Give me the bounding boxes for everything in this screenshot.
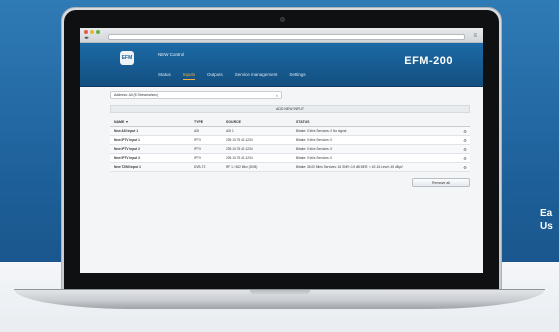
row-name[interactable]: New T2/MI Input 1 [110, 165, 194, 169]
add-new-input-label: ADD NEW INPUT [276, 107, 304, 111]
side-caption: Ea Us [540, 207, 553, 233]
row-name[interactable]: New ASI Input 1 [110, 129, 194, 133]
row-source: RF 1 / 602 Mhz (DVB) [226, 165, 258, 169]
row-name[interactable]: New IPTV Input 3 [110, 156, 194, 160]
tab-status[interactable]: Status [158, 72, 171, 80]
remove-all-button[interactable]: Remove all [412, 178, 470, 187]
close-window-button[interactable] [84, 30, 88, 34]
clear-filter-icon[interactable]: × [276, 93, 278, 98]
app-header: EFM NEW Control EFM-200 Status Inputs Ou… [80, 43, 483, 87]
row-source: 239.10.75.41:1234 [226, 147, 253, 151]
column-source-header[interactable]: SOURCE [226, 120, 296, 124]
remove-all-label: Remove all [432, 180, 450, 185]
row-name[interactable]: New IPTV Input 2 [110, 147, 194, 151]
row-status: Bitrate: 0 kb/s Services: 0 [296, 156, 333, 160]
menu-icon[interactable]: ≡ [473, 33, 477, 39]
row-settings-icon[interactable]: ⚙ [460, 147, 470, 152]
laptop-bezel: ◂▸ ≡ EFM NEW Control EFM-200 Status Inpu… [64, 10, 499, 289]
inputs-page: Address: All (5 Streams/sec) × ADD NEW I… [80, 87, 483, 187]
row-settings-icon[interactable]: ⚙ [460, 165, 470, 170]
table-row[interactable]: New IPTV Input 3 IPTV 239.10.75.41:1234 … [110, 154, 470, 163]
logo-text: EFM [121, 55, 133, 61]
app-name: NEW Control [158, 52, 185, 57]
row-status: Bitrate: 0 kb/s Services: 0 [296, 147, 333, 151]
tab-settings[interactable]: Settings [289, 72, 305, 80]
tab-service-management[interactable]: Service management [235, 72, 278, 80]
maximize-window-button[interactable] [96, 30, 100, 34]
table-row[interactable]: New ASI Input 1 ASI ASI 1 Bitrate: 0 kb/… [110, 127, 470, 136]
back-forward-icon[interactable]: ◂▸ [84, 35, 89, 41]
tab-inputs[interactable]: Inputs [182, 72, 196, 80]
add-new-input-button[interactable]: ADD NEW INPUT [110, 105, 470, 113]
laptop-screen: ◂▸ ≡ EFM NEW Control EFM-200 Status Inpu… [80, 28, 483, 273]
row-source: ASI 1 [226, 129, 234, 133]
tab-outputs[interactable]: Outputs [207, 72, 223, 80]
table-header: NAME ▼ TYPE SOURCE STATUS [110, 118, 470, 127]
row-name[interactable]: New IPTV Input 1 [110, 138, 194, 142]
row-settings-icon[interactable]: ⚙ [460, 129, 470, 134]
column-type-header[interactable]: TYPE [194, 120, 226, 124]
minimize-window-button[interactable] [90, 30, 94, 34]
laptop-notch [249, 290, 310, 295]
row-type: IPTV [194, 138, 202, 142]
filter-value: Address: All (5 Streams/sec) [114, 93, 159, 97]
app-logo[interactable]: EFM [120, 51, 134, 65]
side-caption-line1: Ea [540, 208, 553, 219]
address-bar[interactable] [108, 34, 465, 40]
laptop-base [14, 289, 545, 309]
row-type: IPTV [194, 147, 202, 151]
table-row[interactable]: New T2/MI Input 1 DVB-T2 RF 1 / 602 Mhz … [110, 163, 470, 172]
camera-icon [279, 17, 285, 22]
row-settings-icon[interactable]: ⚙ [460, 156, 470, 161]
window-controls [84, 30, 100, 34]
filter-select[interactable]: Address: All (5 Streams/sec) × [110, 91, 282, 99]
row-status: Bitrate: 0 kb/s Services: 0 No signal [296, 129, 347, 133]
column-status-header[interactable]: STATUS [296, 120, 460, 124]
row-status: Bitrate: 35.00 Mb/s Services: 16 SNR: 0.… [296, 165, 403, 169]
row-type: IPTV [194, 156, 202, 160]
row-source: 239.10.75.41:1234 [226, 138, 253, 142]
main-tabs: Status Inputs Outputs Service management… [158, 72, 306, 80]
row-status: Bitrate: 0 kb/s Services: 0 [296, 138, 333, 142]
row-type: ASI [194, 129, 200, 133]
row-source: 239.10.75.41:1234 [226, 156, 253, 160]
inputs-table: NAME ▼ TYPE SOURCE STATUS New ASI Input … [110, 118, 470, 172]
browser-toolbar: ◂▸ ≡ [80, 28, 483, 43]
table-row[interactable]: New IPTV Input 1 IPTV 239.10.75.41:1234 … [110, 136, 470, 145]
laptop-lid: ◂▸ ≡ EFM NEW Control EFM-200 Status Inpu… [61, 7, 502, 290]
row-settings-icon[interactable]: ⚙ [460, 138, 470, 143]
row-type: DVB-T2 [194, 165, 206, 169]
table-row[interactable]: New IPTV Input 2 IPTV 239.10.75.41:1234 … [110, 145, 470, 154]
product-name: EFM-200 [404, 55, 453, 67]
column-name-header[interactable]: NAME ▼ [110, 120, 194, 124]
side-caption-line2: Us [540, 221, 553, 232]
